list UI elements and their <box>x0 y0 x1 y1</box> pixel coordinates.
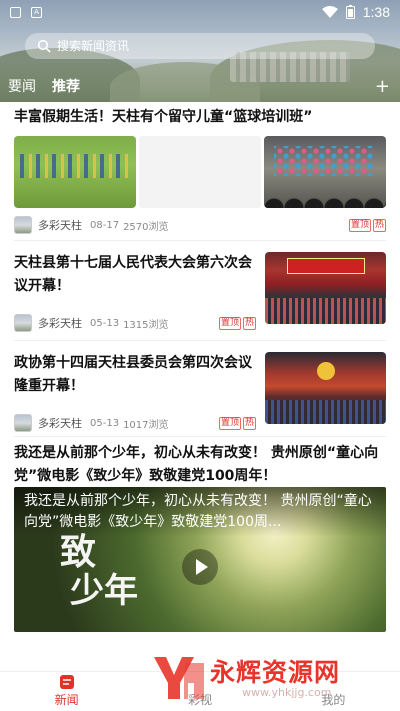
status-bar: A 1:38 <box>0 0 400 24</box>
source-avatar <box>14 414 32 432</box>
tab-bar: 要闻 推荐 + <box>0 72 400 100</box>
news-item[interactable]: 我还是从前那个少年，初心从未有改变！ 贵州原创“童心向党”微电影《致少年》致敬建… <box>14 442 386 488</box>
news-source: 多彩天柱 <box>38 317 82 330</box>
source-avatar <box>14 216 32 234</box>
divider <box>14 240 386 241</box>
news-item[interactable]: 丰富假期生活！天柱有个留守儿童“篮球培训班” 多彩天柱 08-17 2570浏览… <box>14 106 386 234</box>
pinned-badge: 置顶 <box>218 416 241 430</box>
hot-badge: 热 <box>372 218 386 232</box>
profile-icon <box>326 675 340 689</box>
tab-recommended[interactable]: 推荐 <box>44 76 88 96</box>
news-date: 05-13 <box>90 317 120 329</box>
news-image-row <box>14 136 386 208</box>
play-button[interactable] <box>182 549 218 585</box>
nav-profile[interactable]: 我的 <box>267 672 400 711</box>
nav-news[interactable]: 新闻 <box>0 672 133 711</box>
news-icon <box>59 675 74 689</box>
video-player[interactable]: 我还是从前那个少年，初心从未有改变！ 贵州原创“童心向党”微电影《致少年》致敬建… <box>14 487 386 632</box>
news-meta: 多彩天柱 05-13 1315浏览 置顶 热 <box>14 314 256 332</box>
news-views: 1315浏览 <box>123 319 169 331</box>
news-source: 多彩天柱 <box>38 417 82 430</box>
news-thumbnail <box>265 352 386 424</box>
notification-icon <box>10 6 21 18</box>
search-icon <box>37 39 51 53</box>
news-views: 1017浏览 <box>123 419 169 431</box>
header-banner: A 1:38 要闻 推荐 + <box>0 0 400 102</box>
hot-badge: 热 <box>242 316 256 330</box>
news-title: 政协第十四届天柱县委员会第四次会议隆重开幕！ <box>14 355 252 394</box>
news-title: 天柱县第十七届人民代表大会第六次会议开幕！ <box>14 255 252 294</box>
nav-video[interactable]: 彩视 <box>133 672 266 711</box>
nav-label: 彩视 <box>187 693 212 707</box>
source-avatar <box>14 314 32 332</box>
video-art-text: 少年 <box>70 571 138 611</box>
clock: 1:38 <box>362 4 390 20</box>
news-meta: 多彩天柱 08-17 2570浏览 置顶 热 <box>14 216 386 234</box>
wifi-icon <box>321 6 338 18</box>
news-source: 多彩天柱 <box>38 219 82 232</box>
news-views: 2570浏览 <box>123 221 169 233</box>
nav-label: 新闻 <box>54 693 79 707</box>
search-input[interactable] <box>57 39 337 53</box>
pinned-badge: 置顶 <box>218 316 241 330</box>
news-title: 我还是从前那个少年，初心从未有改变！ 贵州原创“童心向党”微电影《致少年》致敬建… <box>14 445 379 484</box>
battery-icon <box>345 5 355 19</box>
pinned-badge: 置顶 <box>348 218 371 232</box>
news-meta: 多彩天柱 05-13 1017浏览 置顶 热 <box>14 414 256 432</box>
nav-label: 我的 <box>321 693 346 707</box>
divider <box>14 340 386 341</box>
video-icon <box>193 675 207 689</box>
news-date: 05-13 <box>90 417 120 429</box>
news-title: 丰富假期生活！天柱有个留守儿童“篮球培训班” <box>14 109 313 125</box>
news-item[interactable]: 政协第十四届天柱县委员会第四次会议隆重开幕！ 多彩天柱 05-13 1017浏览… <box>14 352 386 432</box>
add-channel-icon[interactable]: + <box>375 76 390 97</box>
hot-badge: 热 <box>242 416 256 430</box>
news-image <box>264 136 386 208</box>
search-bar[interactable] <box>25 33 375 59</box>
news-image <box>14 136 136 208</box>
news-image <box>139 136 261 208</box>
divider <box>14 436 386 437</box>
a-icon: A <box>31 6 42 18</box>
news-thumbnail <box>265 252 386 324</box>
tab-headlines[interactable]: 要闻 <box>0 76 44 96</box>
news-date: 08-17 <box>90 219 120 231</box>
news-item[interactable]: 天柱县第十七届人民代表大会第六次会议开幕！ 多彩天柱 05-13 1315浏览 … <box>14 252 386 332</box>
bottom-nav: 新闻 彩视 我的 <box>0 671 400 711</box>
